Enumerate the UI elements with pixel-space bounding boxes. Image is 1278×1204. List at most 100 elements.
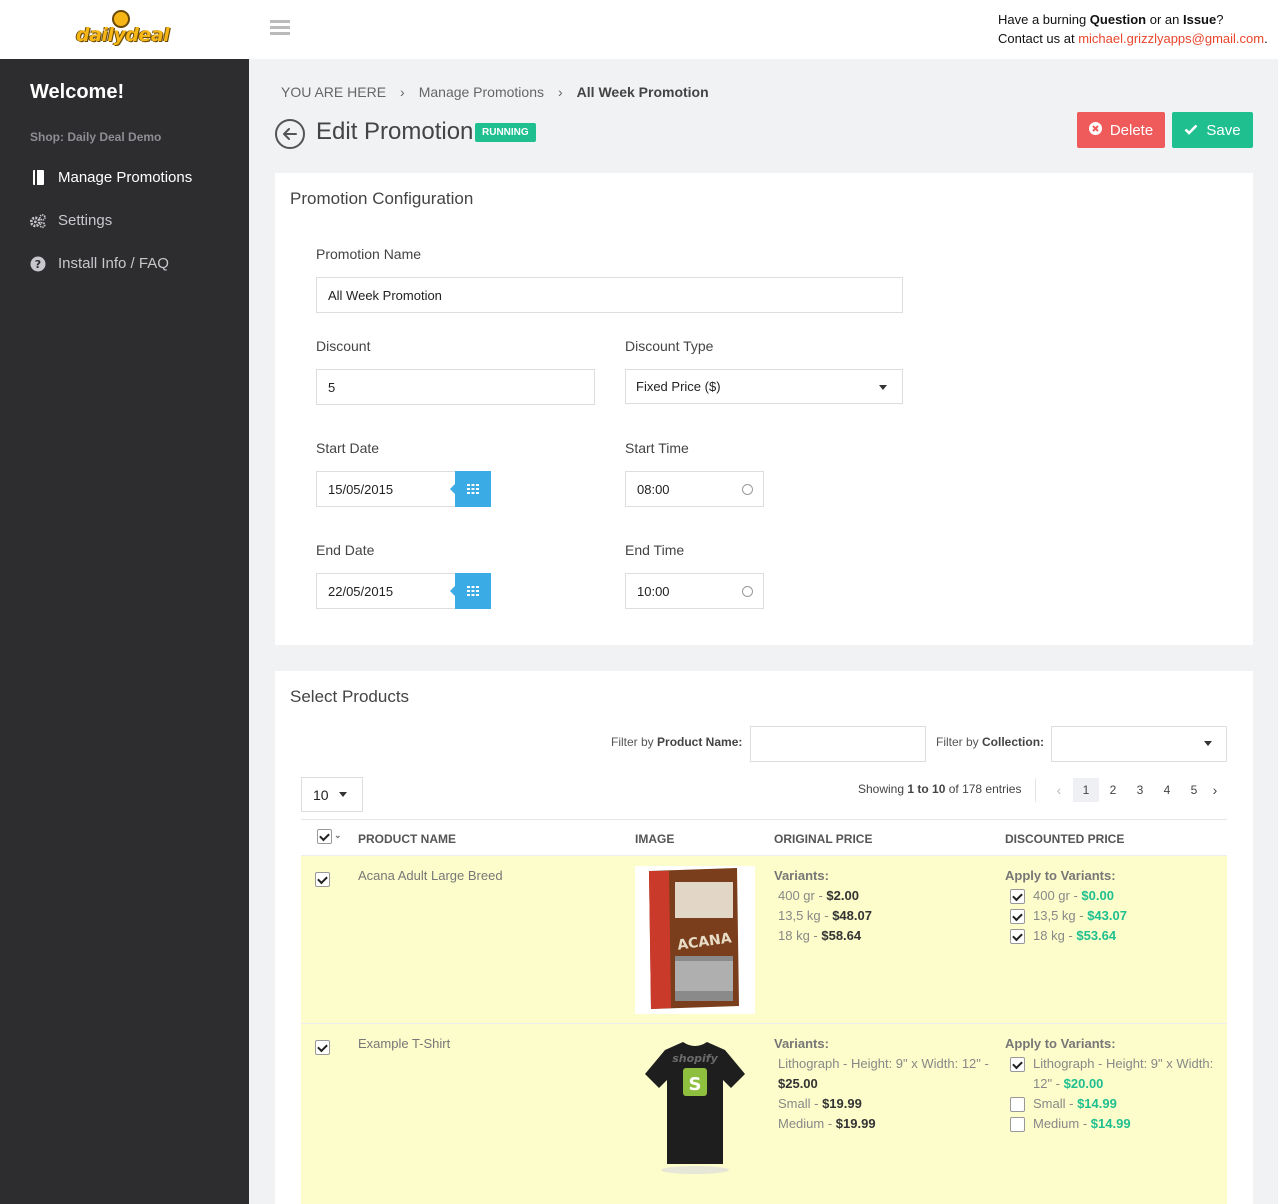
start-time-input[interactable]: 08:00 [625,471,764,507]
panel-title: Promotion Configuration [290,189,474,208]
original-price-variants: Variants: 400 gr - $2.00 13,5 kg - $48.0… [774,868,872,943]
page-1[interactable]: 1 [1073,778,1099,802]
row-checkbox[interactable] [315,872,330,887]
page-title: Edit Promotion [316,118,474,145]
breadcrumb-separator: › [558,84,563,100]
page-2[interactable]: 2 [1100,778,1126,802]
table-row[interactable]: Example T-Shirt shopify S Variants: Lith… [301,1023,1227,1204]
end-date-label: End Date [316,542,375,558]
variant-option[interactable]: 13,5 kg - $43.07 [1005,906,1220,926]
sidebar-item-label: Settings [58,212,113,229]
showing-entries: Showing 1 to 10 of 178 entries [858,782,1022,796]
sidebar-item-manage-promotions[interactable]: Manage Promotions [30,169,192,186]
page-size-value: 10 [313,786,329,803]
variant-checkbox[interactable] [1010,1117,1025,1132]
delete-button[interactable]: Delete [1077,112,1165,148]
book-icon [30,170,46,186]
end-time-value: 10:00 [637,583,670,599]
product-image-brand: shopify [672,1052,718,1065]
start-time-value: 08:00 [637,481,670,497]
start-date-label: Start Date [316,440,380,456]
next-page-chevron-icon[interactable]: › [1208,778,1222,802]
column-original-price[interactable]: ORIGINAL PRICE [774,832,872,846]
select-products-panel: Select Products Filter by Product Name: … [275,671,1253,1204]
save-button[interactable]: Save [1172,112,1253,148]
pagination: ‹ 1 2 3 4 5 › [1035,778,1223,802]
variant-option[interactable]: Lithograph - Height: 9" x Width: 12" - $… [1005,1054,1220,1094]
sidebar-item-label: Manage Promotions [58,169,193,186]
table-header: ⌄ PRODUCT NAME IMAGE ORIGINAL PRICE DISC… [301,819,1227,855]
start-date-input[interactable]: 15/05/2015 [316,471,456,507]
save-label: Save [1206,121,1241,139]
promotion-name-input[interactable]: All Week Promotion [316,277,903,313]
variant-checkbox[interactable] [1010,1057,1025,1072]
variant-checkbox[interactable] [1010,1097,1025,1112]
chevron-down-icon[interactable]: ⌄ [334,830,342,841]
breadcrumb: YOU ARE HERE › Manage Promotions › All W… [281,84,709,100]
variant-option[interactable]: Medium - $14.99 [1005,1114,1220,1134]
caret-down-icon [339,792,347,797]
page-5[interactable]: 5 [1181,778,1207,802]
svg-text:?: ? [35,258,41,271]
calendar-grid-icon [467,484,479,494]
promotion-name-label: Promotion Name [316,246,422,262]
caret-down-icon [879,385,887,390]
breadcrumb-root: YOU ARE HERE [281,84,387,100]
gears-icon [30,213,46,229]
logo[interactable]: dailydeal [74,10,170,50]
product-image: ACANA [635,866,755,1014]
column-discounted-price: DISCOUNTED PRICE [1005,832,1125,846]
discount-type-select[interactable]: Fixed Price ($) [625,369,903,404]
calendar-grid-icon [467,586,479,596]
prev-page-chevron-icon[interactable]: ‹ [1046,778,1072,802]
apply-to-variants: Apply to Variants: Lithograph - Height: … [1005,1034,1220,1134]
variant-checkbox[interactable] [1010,889,1025,904]
variant-checkbox[interactable] [1010,909,1025,924]
breadcrumb-current: All Week Promotion [576,84,709,100]
variant-option[interactable]: 400 gr - $0.00 [1005,886,1220,906]
variant-option[interactable]: 18 kg - $53.64 [1005,926,1220,946]
logo-text: dailydeal [76,24,170,46]
clock-icon [742,586,753,597]
filter-collection-select[interactable] [1051,726,1227,762]
times-circle-icon [1088,121,1102,139]
apply-to-variants: Apply to Variants: 400 gr - $0.00 13,5 k… [1005,866,1220,946]
product-image: shopify S [635,1036,755,1184]
table-row[interactable]: Acana Adult Large Breed ACANA Variants: … [301,855,1227,1023]
end-date-input[interactable]: 22/05/2015 [316,573,456,609]
caret-down-icon [1204,741,1212,746]
filter-product-name-input[interactable] [750,726,926,762]
panel-title: Select Products [290,687,410,706]
discount-input[interactable]: 5 [316,369,595,405]
end-date-calendar-button[interactable] [450,573,491,609]
column-product-name[interactable]: PRODUCT NAME [358,832,456,846]
status-badge: RUNNING [475,123,536,142]
variant-checkbox[interactable] [1010,929,1025,944]
select-all-checkbox[interactable] [317,829,332,844]
page-size-select[interactable]: 10 [301,777,363,812]
product-name: Example T-Shirt [358,1036,451,1051]
start-date-calendar-button[interactable] [450,471,491,507]
page-4[interactable]: 4 [1154,778,1180,802]
page-3[interactable]: 3 [1127,778,1153,802]
discount-type-value: Fixed Price ($) [636,379,721,394]
sidebar-item-install-info[interactable]: ? Install Info / FAQ [30,255,169,272]
welcome-heading: Welcome! [30,81,125,103]
original-price-variants: Variants: Lithograph - Height: 9" x Widt… [774,1036,989,1131]
breadcrumb-manage-promotions[interactable]: Manage Promotions [419,84,544,100]
breadcrumb-separator: › [400,84,405,100]
back-button[interactable] [275,119,305,149]
filter-product-name-label: Filter by Product Name: [611,735,743,749]
discount-label: Discount [316,338,371,354]
end-time-input[interactable]: 10:00 [625,573,764,609]
shop-name: Shop: Daily Deal Demo [30,130,162,144]
sidebar-item-settings[interactable]: Settings [30,212,112,229]
arrow-left-icon [283,128,297,140]
variant-option[interactable]: Small - $14.99 [1005,1094,1220,1114]
row-checkbox[interactable] [315,1040,330,1055]
contact-email-link[interactable]: michael.grizzlyapps@gmail.com [1078,31,1264,46]
start-time-label: Start Time [625,440,689,456]
svg-text:S: S [689,1074,702,1095]
top-bar: dailydeal Have a burning Question or an … [0,0,1278,59]
menu-toggle-icon[interactable] [270,20,290,36]
